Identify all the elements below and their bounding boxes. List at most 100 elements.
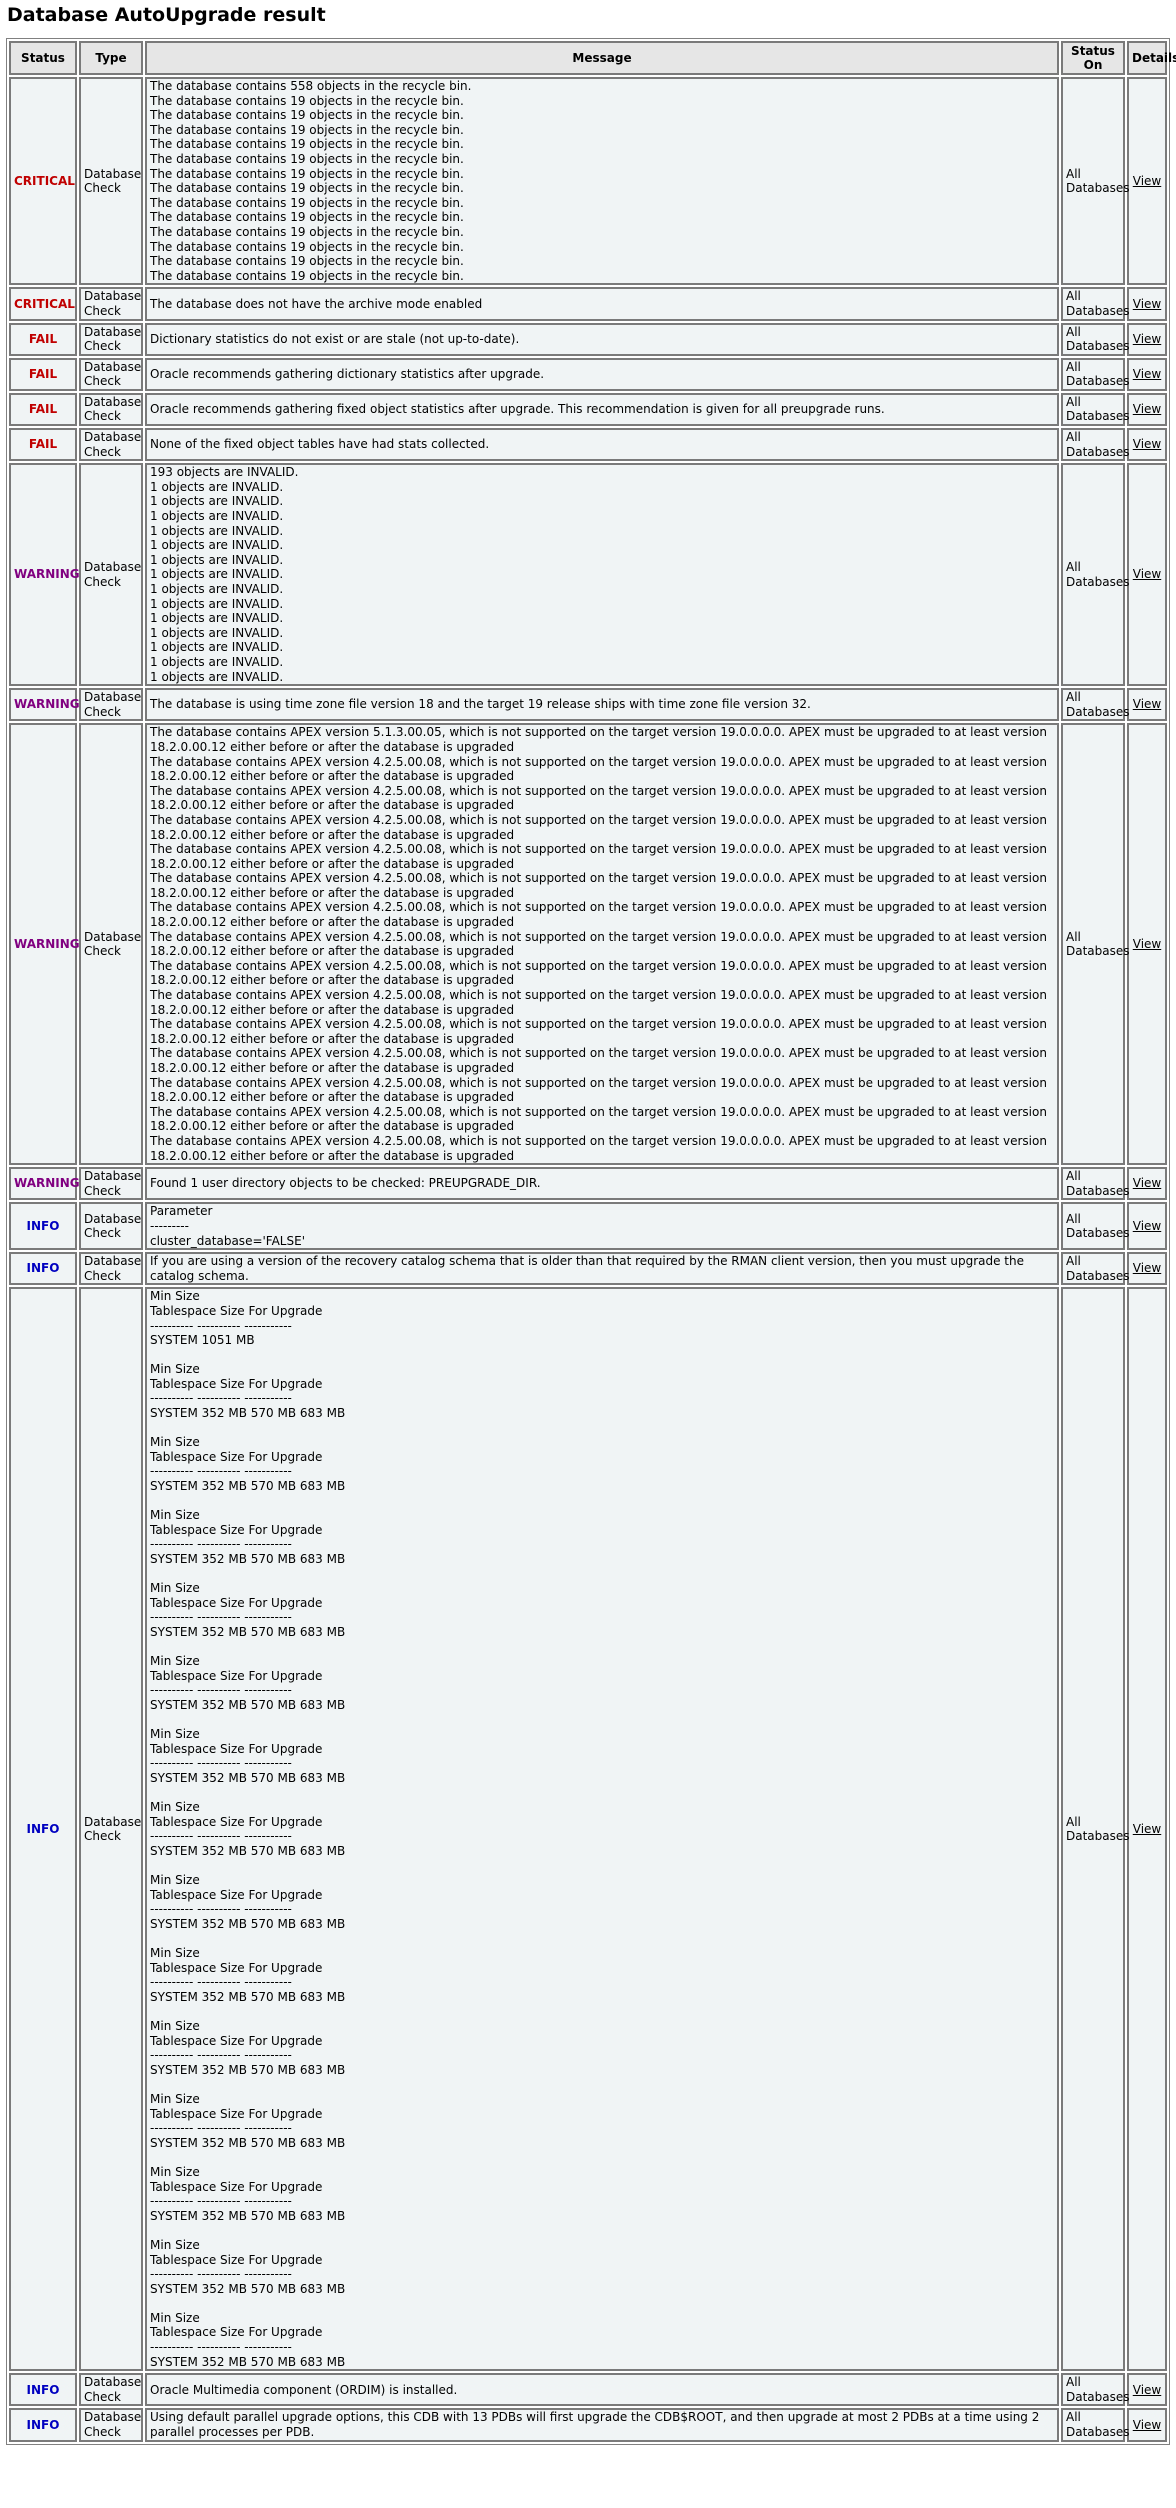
message-line: SYSTEM 352 MB 570 MB 683 MB xyxy=(150,2062,346,2077)
status-badge: WARNING xyxy=(9,1167,80,1201)
message-line: ---------- ---------- ----------- xyxy=(150,1391,292,1406)
view-details-link[interactable]: View xyxy=(1133,402,1161,416)
details-cell: View xyxy=(1127,2408,1167,2442)
message-line: Oracle Multimedia component (ORDIM) is i… xyxy=(150,2382,458,2397)
view-details-link[interactable]: View xyxy=(1133,297,1161,311)
details-cell: View xyxy=(1127,77,1167,286)
message-line: Min Size xyxy=(150,2019,200,2033)
message-cell: Oracle recommends gathering dictionary s… xyxy=(145,357,1059,391)
message-line xyxy=(150,1567,1054,1582)
check-type: Database Check xyxy=(79,1252,143,1286)
message-line: Min Size xyxy=(150,2164,200,2179)
view-details-link[interactable]: View xyxy=(1133,332,1161,346)
message-line: ---------- ---------- ----------- xyxy=(150,1318,292,1333)
message-line: Min Size xyxy=(150,1654,200,1669)
details-cell: View xyxy=(1127,287,1167,321)
message-line: SYSTEM 352 MB 570 MB 683 MB xyxy=(150,2208,346,2223)
table-row: INFO Database Check If you are using a ver… xyxy=(9,1252,1167,1286)
message-line: Tablespace Size For Upgrade xyxy=(150,2252,323,2267)
message-line: SYSTEM 352 MB 570 MB 683 MB xyxy=(150,1697,346,1712)
details-cell: View xyxy=(1127,723,1167,1166)
view-details-link[interactable]: View xyxy=(1133,567,1161,581)
message-line: The database contains APEX version 4.2.5… xyxy=(150,1133,1051,1163)
view-details-link[interactable]: View xyxy=(1133,1176,1161,1190)
message-line: Min Size xyxy=(150,1727,200,1742)
status-on: All Databases xyxy=(1061,463,1130,687)
check-type: Database Check xyxy=(79,2373,143,2407)
message-line: SYSTEM 352 MB 570 MB 683 MB xyxy=(150,1770,346,1785)
view-details-link[interactable]: View xyxy=(1133,1822,1161,1836)
message-line: 1 objects are INVALID. xyxy=(150,552,284,567)
table-row: FAIL Database Check Dictionary statistics … xyxy=(9,322,1167,356)
message-cell: Min Size Tablespace Size For Upgrade -----… xyxy=(145,1287,1059,2372)
view-details-link[interactable]: View xyxy=(1133,174,1161,188)
status-on: All Databases xyxy=(1061,2408,1130,2442)
message-line: 1 objects are INVALID. xyxy=(150,640,284,655)
view-details-link[interactable]: View xyxy=(1133,697,1161,711)
table-row: CRITICAL Database Check The database does … xyxy=(9,287,1167,321)
check-type: Database Check xyxy=(79,77,143,286)
message-line: ---------- ---------- ----------- xyxy=(150,1464,292,1479)
status-badge: WARNING xyxy=(9,688,80,722)
message-line: 1 objects are INVALID. xyxy=(150,509,284,524)
message-line: Oracle recommends gathering fixed object… xyxy=(150,402,885,417)
view-details-link[interactable]: View xyxy=(1133,437,1161,451)
message-line: ---------- ---------- ----------- xyxy=(150,2194,292,2209)
message-line: The database contains APEX version 4.2.5… xyxy=(150,1075,1051,1105)
message-line: The database contains APEX version 4.2.5… xyxy=(150,783,1051,813)
message-line: Min Size xyxy=(150,1873,200,1888)
message-line: --------- xyxy=(150,1218,189,1233)
details-cell: View xyxy=(1127,1287,1167,2372)
message-line: The database contains APEX version 4.2.5… xyxy=(150,900,1051,930)
message-line: The database contains APEX version 4.2.5… xyxy=(150,842,1051,871)
view-details-link[interactable]: View xyxy=(1133,367,1161,381)
column-header-details: Details xyxy=(1127,41,1176,75)
message-line xyxy=(150,1931,1054,1946)
message-line: The database contains 19 objects in the … xyxy=(150,93,464,108)
check-type: Database Check xyxy=(79,392,143,427)
message-line: Tablespace Size For Upgrade xyxy=(150,2106,323,2121)
details-cell: View xyxy=(1127,357,1167,391)
status-badge: CRITICAL xyxy=(9,77,77,286)
table-row: WARNING Database Check The database is usi… xyxy=(9,688,1167,722)
status-badge: WARNING xyxy=(9,463,80,687)
status-on: All Databases xyxy=(1061,1167,1130,1201)
message-line xyxy=(150,1494,1054,1509)
message-line: Tablespace Size For Upgrade xyxy=(150,1741,323,1756)
message-line xyxy=(150,1713,1054,1728)
header-row: Status Type Message Status On Details xyxy=(9,41,1176,75)
message-line: Tablespace Size For Upgrade xyxy=(150,2179,323,2194)
view-details-link[interactable]: View xyxy=(1133,2383,1161,2397)
status-badge: FAIL xyxy=(9,428,77,462)
message-line: The database contains APEX version 4.2.5… xyxy=(150,812,1051,842)
message-line: Tablespace Size For Upgrade xyxy=(150,1887,323,1902)
message-line: Tablespace Size For Upgrade xyxy=(150,1814,323,1829)
status-badge: INFO xyxy=(9,2373,77,2407)
details-cell: View xyxy=(1127,1252,1167,1286)
results-table: Status Type Message Status On Details CR… xyxy=(6,38,1176,2445)
message-line: 1 objects are INVALID. xyxy=(150,523,284,538)
message-line xyxy=(150,2150,1054,2165)
view-details-link[interactable]: View xyxy=(1133,1219,1161,1233)
message-line: Min Size xyxy=(150,1435,200,1450)
message-line: 1 objects are INVALID. xyxy=(150,669,284,684)
message-line: Tablespace Size For Upgrade xyxy=(150,1376,323,1391)
message-line: cluster_database='FALSE' xyxy=(150,1233,305,1248)
check-type: Database Check xyxy=(79,463,143,687)
message-line: ---------- ---------- ----------- xyxy=(150,1975,292,1990)
check-type: Database Check xyxy=(79,1167,143,1201)
table-row: FAIL Database Check Oracle recommends gath… xyxy=(9,392,1167,427)
message-line: The database contains APEX version 4.2.5… xyxy=(150,1017,1051,1046)
table-row: INFO Database Check Min Size Tablespace Siz… xyxy=(9,1287,1167,2372)
message-line: 1 objects are INVALID. xyxy=(150,567,284,582)
message-line: ---------- ---------- ----------- xyxy=(150,1829,292,1844)
message-line: The database contains 19 objects in the … xyxy=(150,151,464,166)
message-line xyxy=(150,1786,1054,1801)
view-details-link[interactable]: View xyxy=(1133,1261,1161,1275)
message-line: ---------- ---------- ----------- xyxy=(150,1537,292,1552)
view-details-link[interactable]: View xyxy=(1133,937,1161,951)
status-on: All Databases xyxy=(1061,723,1130,1166)
view-details-link[interactable]: View xyxy=(1133,2418,1161,2432)
message-line: ---------- ---------- ----------- xyxy=(150,1683,292,1698)
message-line: SYSTEM 352 MB 570 MB 683 MB xyxy=(150,1989,346,2004)
